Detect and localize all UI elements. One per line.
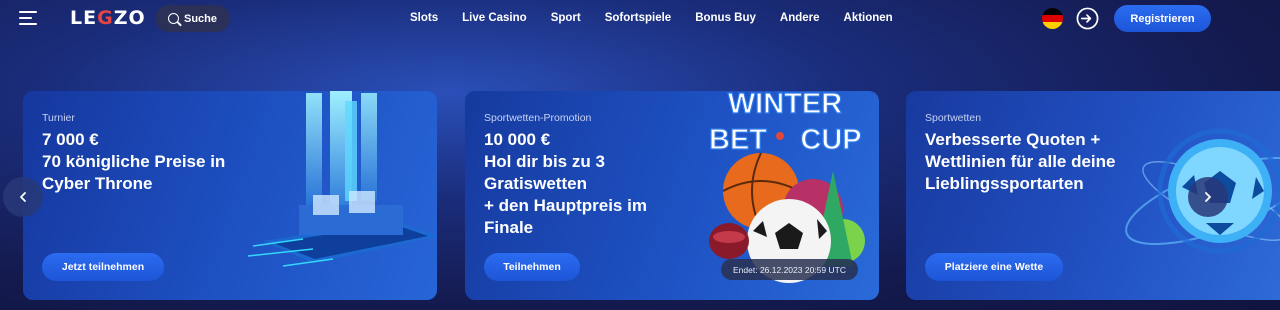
search-button[interactable]: Suche xyxy=(155,5,230,32)
card-title-line: Cyber Throne xyxy=(42,174,153,193)
card-title-line: Wettlinien für alle deine xyxy=(925,152,1116,171)
logo-text-start: LE xyxy=(70,7,98,29)
card-tag: Sportwetten-Promotion xyxy=(484,112,592,124)
carousel-prev-button[interactable] xyxy=(3,177,43,217)
promo-card-tournament[interactable]: Turnier 7 000 € 70 königliche Preise in … xyxy=(23,91,437,300)
card-title-line: Finale xyxy=(484,218,534,237)
nav-item-bonus-buy[interactable]: Bonus Buy xyxy=(695,12,756,24)
nav-item-slots[interactable]: Slots xyxy=(410,12,438,24)
nav-item-andere[interactable]: Andere xyxy=(780,12,820,24)
card-title-line: Hol dir bis zu 3 xyxy=(484,152,605,171)
register-button[interactable]: Registrieren xyxy=(1114,5,1211,32)
search-label: Suche xyxy=(183,12,217,25)
card-tag: Sportwetten xyxy=(925,112,982,124)
card-title-line: 10 000 € xyxy=(484,130,551,149)
arrow-left-icon xyxy=(20,192,26,202)
logo-text-accent: G xyxy=(97,7,114,29)
main-nav: Slots Live Casino Sport Sofortspiele Bon… xyxy=(410,12,893,24)
cyber-throne-illustration xyxy=(247,91,437,267)
card-title: Verbesserte Quoten + Wettlinien für alle… xyxy=(925,129,1116,195)
nav-item-live-casino[interactable]: Live Casino xyxy=(462,12,527,24)
nav-item-aktionen[interactable]: Aktionen xyxy=(844,12,893,24)
card-title: 10 000 € Hol dir bis zu 3 Gratiswetten +… xyxy=(484,129,647,239)
card-title-line: Gratiswetten xyxy=(484,174,587,193)
nav-item-sport[interactable]: Sport xyxy=(551,12,581,24)
participate-button[interactable]: Teilnehmen xyxy=(484,253,580,281)
card-tag: Turnier xyxy=(42,112,75,124)
art-text: CUP xyxy=(800,124,861,156)
card-title-line: 7 000 € xyxy=(42,130,99,149)
card-title-line: + den Hauptpreis im xyxy=(484,196,647,215)
logo[interactable]: LEGZO xyxy=(70,7,146,29)
end-date-badge: Endet: 26.12.2023 20:59 UTC xyxy=(721,259,858,280)
germany-flag-icon[interactable] xyxy=(1042,8,1063,29)
card-title-line: Lieblingssportarten xyxy=(925,174,1084,193)
card-title-line: Verbesserte Quoten + xyxy=(925,130,1101,149)
header: LEGZO Suche Slots Live Casino Sport Sofo… xyxy=(0,0,1280,38)
arrow-right-icon xyxy=(1205,192,1211,202)
search-icon xyxy=(167,13,179,24)
art-text: BET xyxy=(709,124,767,156)
logo-text-end: ZO xyxy=(113,7,146,29)
card-title: 7 000 € 70 königliche Preise in Cyber Th… xyxy=(42,129,225,195)
card-title-line: 70 königliche Preise in xyxy=(42,152,226,171)
nav-item-sofortspiele[interactable]: Sofortspiele xyxy=(605,12,671,24)
burger-menu-icon[interactable] xyxy=(19,11,37,25)
login-icon[interactable] xyxy=(1076,7,1099,30)
carousel-next-button[interactable] xyxy=(1188,177,1228,217)
join-now-button[interactable]: Jetzt teilnehmen xyxy=(42,253,164,281)
promo-card-sports-promotion[interactable]: WINTER BET CUP Sportwetten-Promotion 10 … xyxy=(465,91,879,300)
place-bet-button[interactable]: Platziere eine Wette xyxy=(925,253,1063,281)
art-text: WINTER xyxy=(728,91,842,120)
